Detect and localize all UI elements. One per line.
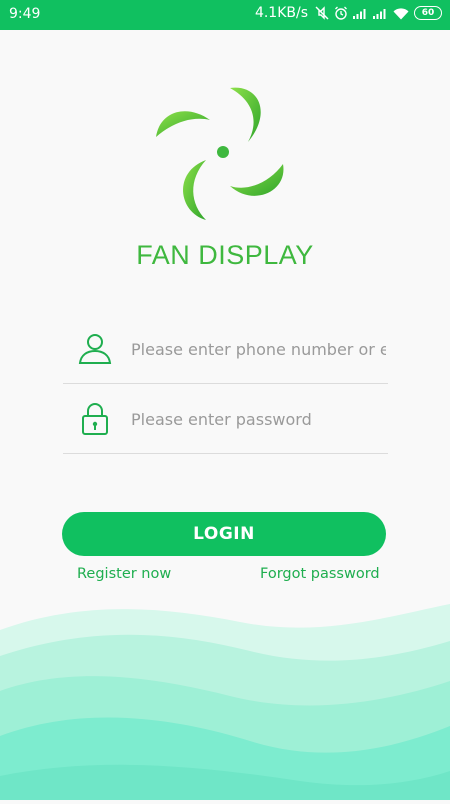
mute-icon — [315, 6, 329, 20]
password-field — [63, 383, 388, 454]
battery-icon: 60 — [414, 6, 442, 20]
fan-logo-icon — [148, 82, 298, 232]
status-bar: 9:49 4.1KB/s 60 — [0, 0, 450, 30]
alarm-icon — [334, 6, 348, 20]
signal-icon — [353, 7, 368, 19]
user-icon — [77, 331, 113, 367]
wifi-icon — [393, 7, 409, 20]
username-field — [63, 313, 388, 384]
app-title: FAN DISPLAY — [136, 240, 314, 270]
forgot-password-link[interactable]: Forgot password — [260, 566, 380, 582]
wave-decoration — [0, 596, 450, 800]
login-button[interactable]: LOGIN — [62, 512, 386, 556]
signal-icon — [373, 7, 388, 19]
password-input[interactable] — [129, 405, 388, 433]
username-input[interactable] — [129, 335, 388, 363]
register-link[interactable]: Register now — [77, 566, 171, 582]
status-icons: 4.1KB/s 60 — [255, 5, 442, 21]
status-time: 9:49 — [9, 6, 41, 22]
network-speed: 4.1KB/s — [254, 5, 308, 21]
lock-icon — [77, 401, 113, 437]
